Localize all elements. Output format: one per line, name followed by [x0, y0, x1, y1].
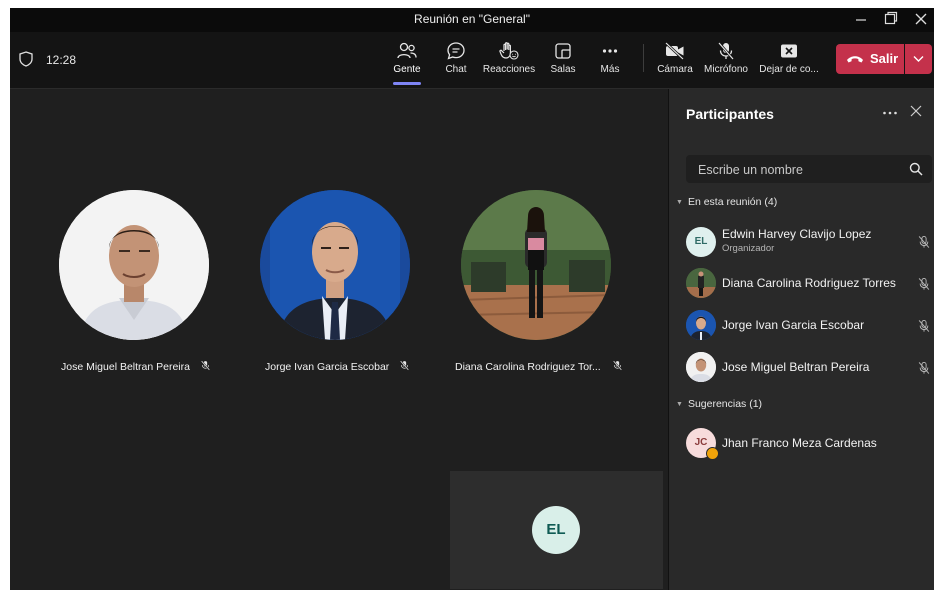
close-icon	[915, 13, 927, 25]
self-video-tile[interactable]: EL	[450, 471, 663, 589]
title-bar: Reunión en "General"	[10, 8, 934, 32]
portrait-image	[260, 190, 410, 340]
rooms-button[interactable]: Salas	[548, 41, 578, 75]
suggestions-section-header[interactable]: ▼ Sugerencias (1)	[676, 398, 762, 410]
more-icon	[602, 49, 618, 53]
mic-off-icon	[718, 42, 734, 60]
mic-off-icon[interactable]	[917, 319, 931, 333]
participant-avatar-jorge[interactable]	[260, 190, 410, 340]
mic-off-icon[interactable]	[917, 361, 931, 375]
mic-off-icon	[400, 360, 410, 371]
window-title: Reunión en "General"	[414, 12, 530, 26]
more-button[interactable]: Más	[596, 41, 624, 75]
reactions-button-label: Reacciones	[482, 64, 536, 75]
participant-row-name: Jose Miguel Beltran Pereira	[722, 360, 870, 374]
chevron-down-icon	[913, 56, 924, 62]
avatar	[686, 310, 716, 340]
teams-meeting-window: Reunión en "General" 12:28 Gente Chat Re…	[10, 8, 934, 590]
mic-off-icon[interactable]	[917, 277, 931, 291]
avatar: JC	[686, 428, 719, 460]
participant-search-input[interactable]	[696, 155, 900, 185]
rooms-button-label: Salas	[550, 64, 576, 75]
stop-sharing-button[interactable]: Dejar de co...	[756, 41, 822, 75]
avatar	[686, 352, 716, 382]
microphone-button[interactable]: Micrófono	[703, 41, 749, 75]
leave-button-label: Salir	[870, 51, 899, 66]
minimize-icon	[856, 19, 866, 21]
suggestion-row[interactable]: JC Jhan Franco Meza Cardenas	[669, 425, 934, 461]
avatar	[686, 268, 716, 298]
more-icon	[883, 111, 897, 115]
caret-down-icon: ▼	[676, 199, 683, 206]
portrait-image	[461, 190, 611, 340]
people-button[interactable]: Gente	[390, 41, 424, 75]
chat-button[interactable]: Chat	[440, 41, 472, 75]
participant-row[interactable]: Diana Carolina Rodriguez Torres	[669, 265, 934, 301]
minimize-button[interactable]	[846, 10, 876, 30]
participant-row[interactable]: Jose Miguel Beltran Pereira	[669, 349, 934, 385]
leave-button[interactable]: Salir	[836, 44, 904, 74]
meeting-timer: 12:28	[46, 53, 77, 67]
participant-name-jose: Jose Miguel Beltran Pereira	[61, 360, 211, 373]
portrait-image	[59, 190, 209, 340]
restore-button[interactable]	[876, 10, 906, 30]
chat-icon	[447, 42, 465, 60]
participant-name-jorge: Jorge Ivan Garcia Escobar	[265, 360, 410, 373]
chat-button-label: Chat	[445, 64, 467, 75]
search-icon	[909, 162, 923, 176]
caret-down-icon: ▼	[676, 401, 683, 408]
stop-share-icon	[781, 44, 797, 58]
meeting-toolbar: 12:28 Gente Chat Reacciones Salas Más Cá…	[10, 32, 934, 89]
pending-clock-icon	[706, 447, 719, 460]
avatar-image	[686, 352, 716, 382]
participant-row-name: Edwin Harvey Clavijo Lopez	[722, 227, 872, 241]
in-meeting-section-header[interactable]: ▼ En esta reunión (4)	[676, 196, 777, 208]
camera-off-icon	[665, 42, 684, 60]
participant-row-name: Jorge Ivan Garcia Escobar	[722, 318, 865, 332]
panel-more-button[interactable]	[882, 103, 898, 119]
toolbar-divider	[643, 44, 644, 72]
hang-up-icon	[847, 56, 863, 63]
mic-off-icon[interactable]	[917, 235, 931, 249]
participant-row[interactable]: EL Edwin Harvey Clavijo Lopez Organizado…	[669, 223, 934, 259]
participant-role: Organizador	[722, 243, 775, 254]
people-active-indicator	[393, 82, 421, 85]
camera-button[interactable]: Cámara	[656, 41, 694, 75]
avatar-image	[686, 310, 716, 340]
raise-hand-icon	[499, 42, 519, 60]
participant-name-diana: Diana Carolina Rodriguez Tor...	[455, 360, 623, 373]
participant-avatar-diana[interactable]	[461, 190, 611, 340]
more-button-label: Más	[600, 64, 620, 75]
participant-row-name: Diana Carolina Rodriguez Torres	[722, 276, 896, 290]
suggestion-row-name: Jhan Franco Meza Cardenas	[722, 436, 877, 450]
participant-avatar-jose[interactable]	[59, 190, 209, 340]
mic-off-icon	[612, 360, 622, 371]
microphone-button-label: Micrófono	[704, 64, 748, 75]
panel-title: Participantes	[686, 106, 774, 122]
participant-row[interactable]: Jorge Ivan Garcia Escobar	[669, 307, 934, 343]
participants-panel: Participantes ▼En esta reunión (4) EL Ed…	[668, 89, 934, 590]
avatar-image	[686, 268, 716, 298]
avatar: EL	[686, 227, 716, 257]
close-icon[interactable]	[909, 104, 923, 118]
shield-icon[interactable]	[19, 51, 33, 67]
stop-sharing-button-label: Dejar de co...	[759, 64, 819, 75]
participant-search[interactable]	[686, 155, 932, 185]
people-icon	[397, 42, 417, 59]
video-stage: Jose Miguel Beltran Pereira Jorge Ivan G…	[10, 89, 666, 590]
people-button-label: Gente	[393, 64, 421, 75]
camera-button-label: Cámara	[657, 64, 693, 75]
restore-icon	[884, 11, 898, 25]
mic-off-icon	[200, 360, 210, 371]
reactions-button[interactable]: Reacciones	[482, 41, 536, 75]
self-avatar: EL	[532, 506, 580, 554]
leave-options-dropdown[interactable]	[905, 44, 932, 74]
rooms-icon	[555, 43, 571, 59]
close-window-button[interactable]	[906, 10, 934, 30]
